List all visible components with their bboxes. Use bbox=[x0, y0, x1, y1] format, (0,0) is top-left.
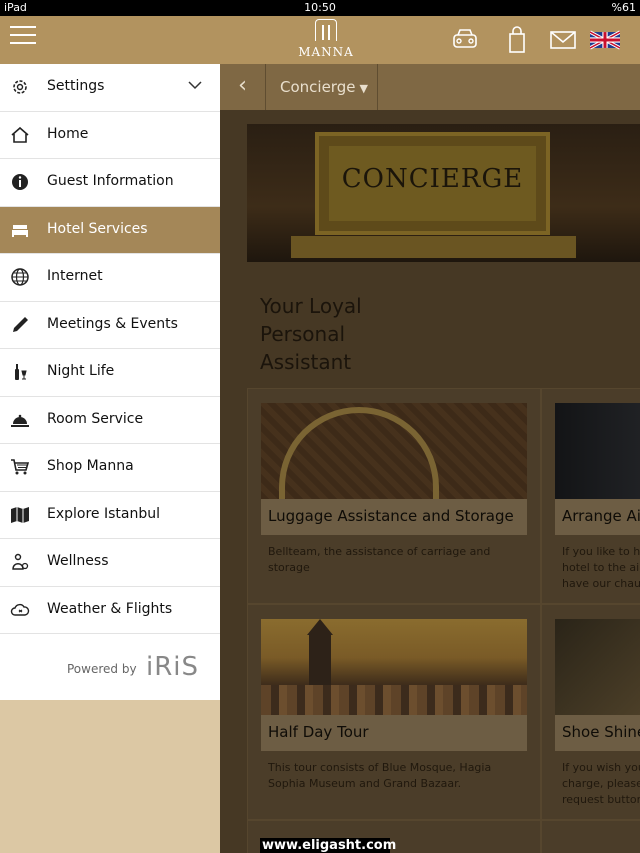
mail-icon[interactable] bbox=[548, 26, 578, 54]
headline-line: Personal bbox=[260, 322, 346, 346]
globe-icon bbox=[11, 268, 29, 286]
section-dropdown-value: Concierge bbox=[280, 78, 356, 96]
menu-item-shop-manna[interactable]: Shop Manna bbox=[0, 444, 220, 492]
menu-item-explore-istanbul[interactable]: Explore Istanbul bbox=[0, 492, 220, 539]
weather-icon bbox=[10, 603, 30, 616]
map-icon bbox=[11, 506, 29, 523]
card-title: Half Day Tour bbox=[261, 715, 527, 751]
watermark-text: www.eligasht.com bbox=[260, 838, 397, 853]
istanbul-skyline-image bbox=[261, 619, 527, 715]
headline-line: Your Loyal bbox=[260, 294, 362, 318]
menu-item-label: Weather & Flights bbox=[47, 600, 173, 617]
menu-item-label: Meetings & Events bbox=[47, 315, 178, 332]
logo-text: MANNA bbox=[298, 45, 354, 59]
car-icon[interactable] bbox=[450, 26, 480, 54]
menu-item-internet[interactable]: Internet bbox=[0, 254, 220, 302]
menu-item-settings[interactable]: Settings bbox=[0, 64, 220, 112]
card-description: This tour consists of Blue Mosque, Hagia… bbox=[268, 761, 492, 790]
back-button[interactable]: ‹ bbox=[220, 64, 266, 110]
service-card-shoe-shine[interactable]: Shoe Shine If you wish you charge, pleas… bbox=[541, 604, 640, 820]
cloche-icon bbox=[11, 414, 29, 427]
menu-list: Settings Home Guest Information Hotel Se… bbox=[0, 64, 220, 634]
concierge-banner-image: CONCIERGE bbox=[247, 124, 640, 262]
menu-item-room-service[interactable]: Room Service bbox=[0, 397, 220, 444]
service-card-luggage[interactable]: Luggage Assistance and Storage Bellteam,… bbox=[247, 388, 541, 604]
home-icon bbox=[11, 126, 29, 143]
sub-navigation-bar: ‹ Concierge ▼ bbox=[220, 64, 640, 110]
main-content: ‹ Concierge ▼ CONCIERGE Your Loyal Person… bbox=[220, 64, 640, 853]
card-description: If you like to ha hotel to the air have … bbox=[562, 545, 640, 590]
menu-item-label: Settings bbox=[47, 78, 105, 94]
menu-item-weather-flights[interactable]: Weather & Flights bbox=[0, 587, 220, 634]
iris-logo: iRiS bbox=[146, 652, 200, 682]
side-menu: Settings Home Guest Information Hotel Se… bbox=[0, 64, 220, 853]
menu-item-label: Explore Istanbul bbox=[47, 505, 160, 522]
luggage-image bbox=[261, 403, 527, 499]
hotel-logo[interactable]: MANNA bbox=[296, 19, 356, 61]
powered-by-label: Powered by bbox=[67, 662, 137, 676]
card-title: Arrange Air bbox=[555, 499, 640, 535]
info-icon bbox=[12, 174, 28, 190]
sign-base bbox=[291, 236, 576, 258]
service-card-partial[interactable] bbox=[541, 820, 640, 853]
menu-item-label: Home bbox=[47, 125, 89, 142]
caret-down-icon: ▼ bbox=[359, 82, 368, 95]
menu-item-home[interactable]: Home bbox=[0, 112, 220, 159]
menu-item-label: Shop Manna bbox=[47, 458, 134, 474]
menu-item-guest-information[interactable]: Guest Information bbox=[0, 159, 220, 207]
menu-item-night-life[interactable]: Night Life bbox=[0, 349, 220, 397]
menu-item-label: Internet bbox=[47, 268, 103, 284]
wellness-icon bbox=[12, 553, 29, 570]
menu-item-wellness[interactable]: Wellness bbox=[0, 539, 220, 587]
bed-icon bbox=[12, 224, 28, 237]
battery-level: %61 bbox=[611, 1, 636, 14]
card-title: Shoe Shine bbox=[555, 715, 640, 751]
card-description: If you wish you charge, please request b… bbox=[562, 761, 640, 806]
page-headline: Your Loyal Personal Assistant bbox=[260, 292, 460, 376]
section-dropdown[interactable]: Concierge ▼ bbox=[266, 64, 378, 110]
menu-item-hotel-services[interactable]: Hotel Services bbox=[0, 206, 220, 254]
headline-line: Assistant bbox=[260, 350, 352, 374]
uk-flag-icon[interactable] bbox=[590, 26, 620, 54]
service-card-half-day-tour[interactable]: Half Day Tour This tour consists of Blue… bbox=[247, 604, 541, 820]
chauffeur-image bbox=[555, 403, 640, 499]
clock: 10:50 bbox=[304, 1, 336, 14]
menu-item-label: Room Service bbox=[47, 410, 144, 427]
menu-item-label: Wellness bbox=[47, 553, 109, 569]
service-card-airport[interactable]: Arrange Air If you like to ha hotel to t… bbox=[541, 388, 640, 604]
status-bar: iPad 10:50 %61 bbox=[0, 0, 640, 16]
shoe-image bbox=[555, 619, 640, 715]
menu-item-meetings-events[interactable]: Meetings & Events bbox=[0, 302, 220, 349]
menu-item-label: Night Life bbox=[47, 363, 115, 379]
card-description: Bellteam, the assistance of carriage and… bbox=[268, 545, 491, 574]
banner-sign-text: CONCIERGE bbox=[341, 164, 524, 194]
hamburger-menu-icon[interactable] bbox=[10, 26, 36, 48]
shopping-bag-icon[interactable] bbox=[502, 26, 532, 54]
bottle-icon bbox=[15, 364, 27, 380]
gear-icon bbox=[13, 80, 27, 94]
chevron-down-icon[interactable] bbox=[188, 80, 202, 90]
menu-item-label: Hotel Services bbox=[47, 220, 148, 237]
cart-icon bbox=[11, 459, 30, 475]
chevron-left-icon: ‹ bbox=[238, 73, 247, 98]
pen-icon bbox=[13, 316, 28, 332]
powered-by-footer: Powered by iRiS bbox=[0, 634, 220, 700]
app-header: MANNA bbox=[0, 16, 640, 64]
crest-icon bbox=[315, 19, 337, 41]
menu-item-label: Guest Information bbox=[47, 173, 174, 189]
card-title: Luggage Assistance and Storage bbox=[261, 499, 527, 535]
